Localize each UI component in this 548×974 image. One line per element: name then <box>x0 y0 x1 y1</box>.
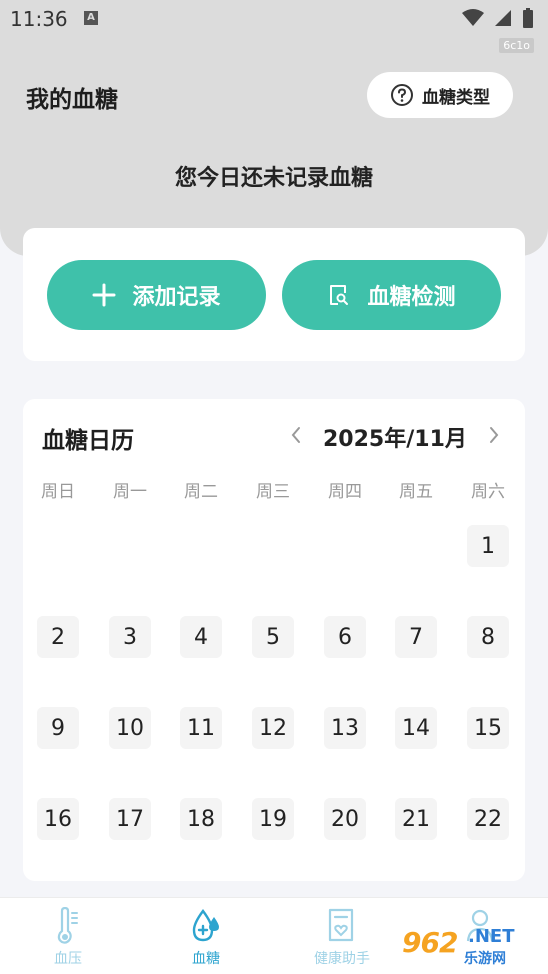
nav-item-blood-glucose[interactable]: 血糖 <box>151 898 261 974</box>
weekday-sun: 周日 <box>41 482 75 502</box>
battery-icon <box>523 8 533 28</box>
calendar-day[interactable]: 2 <box>37 616 79 658</box>
wifi-icon <box>462 9 484 26</box>
action-card: 添加记录 血糖检测 <box>23 228 525 361</box>
calendar-day[interactable]: 5 <box>252 616 294 658</box>
question-circle-icon <box>391 84 413 106</box>
glucose-detect-label: 血糖检测 <box>367 285 456 310</box>
weekday-mon: 周一 <box>113 482 147 502</box>
weekday-wed: 周三 <box>256 482 290 502</box>
status-time: 11:36 <box>10 7 68 31</box>
today-status-message: 您今日还未记录血糖 <box>174 166 373 191</box>
status-bar: 11:36 A <box>0 0 548 38</box>
page-title: 我的血糖 <box>26 87 118 113</box>
add-record-button[interactable]: 添加记录 <box>47 260 266 330</box>
watermark-site-name: 乐游网 <box>464 951 506 967</box>
nav-item-blood-pressure[interactable]: 血压 <box>13 898 123 974</box>
plus-icon <box>92 283 116 307</box>
calendar-day[interactable]: 18 <box>180 798 222 840</box>
thermometer-icon <box>57 907 78 944</box>
calendar-day[interactable]: 9 <box>37 707 79 749</box>
header-background <box>0 0 548 256</box>
calendar-day[interactable]: 21 <box>395 798 437 840</box>
signal-icon <box>495 10 511 26</box>
document-search-icon <box>330 285 349 305</box>
nav-label-blood-pressure: 血压 <box>54 951 82 967</box>
weekday-sat: 周六 <box>471 482 505 502</box>
glucose-type-button[interactable]: 血糖类型 <box>367 72 513 118</box>
calendar-day[interactable]: 13 <box>324 707 366 749</box>
nav-item-health-assistant[interactable]: 健康助手 <box>287 898 397 974</box>
calendar-day[interactable]: 1 <box>467 525 509 567</box>
weekday-header: 周日 周一 周二 周三 周四 周五 周六 <box>23 477 525 502</box>
calendar-day[interactable]: 15 <box>467 707 509 749</box>
calendar-day[interactable]: 19 <box>252 798 294 840</box>
weekday-fri: 周五 <box>399 482 433 502</box>
blood-drop-icon <box>192 908 219 942</box>
calendar-day[interactable]: 7 <box>395 616 437 658</box>
nav-label-health-assistant: 健康助手 <box>314 951 370 967</box>
calendar-day[interactable]: 16 <box>37 798 79 840</box>
next-month-button[interactable] <box>482 421 506 449</box>
calendar-day[interactable]: 12 <box>252 707 294 749</box>
nav-label-blood-glucose: 血糖 <box>192 951 220 967</box>
calendar-day[interactable]: 3 <box>109 616 151 658</box>
calendar-month: 2025年/11月 <box>323 427 467 452</box>
chevron-left-icon <box>291 427 300 443</box>
weekday-tue: 周二 <box>184 482 218 502</box>
heart-document-icon <box>328 908 354 942</box>
chevron-right-icon <box>490 427 499 443</box>
calendar-day[interactable]: 6 <box>324 616 366 658</box>
calendar-day[interactable]: 20 <box>324 798 366 840</box>
watermark-logo: 962 <box>402 926 458 959</box>
calendar-day[interactable]: 4 <box>180 616 222 658</box>
status-icons <box>462 8 534 28</box>
glucose-detect-button[interactable]: 血糖检测 <box>282 260 501 330</box>
calendar-day[interactable]: 17 <box>109 798 151 840</box>
build-tag: 6c1o <box>499 38 534 53</box>
calendar-day[interactable]: 11 <box>180 707 222 749</box>
watermark-net: .NET <box>468 926 515 947</box>
calendar-day[interactable]: 22 <box>467 798 509 840</box>
weekday-thu: 周四 <box>328 482 362 502</box>
notification-a-icon: A <box>84 11 98 25</box>
glucose-calendar: 血糖日历 2025年/11月 周日 周一 周二 周三 周四 周五 周六 1 2 … <box>23 399 525 881</box>
calendar-day[interactable]: 10 <box>109 707 151 749</box>
calendar-day[interactable]: 8 <box>467 616 509 658</box>
glucose-type-label: 血糖类型 <box>422 87 490 108</box>
calendar-day[interactable]: 14 <box>395 707 437 749</box>
site-watermark: 962 .NET 乐游网 <box>402 924 542 970</box>
previous-month-button[interactable] <box>284 421 308 449</box>
calendar-title: 血糖日历 <box>42 428 134 454</box>
add-record-label: 添加记录 <box>132 285 221 310</box>
